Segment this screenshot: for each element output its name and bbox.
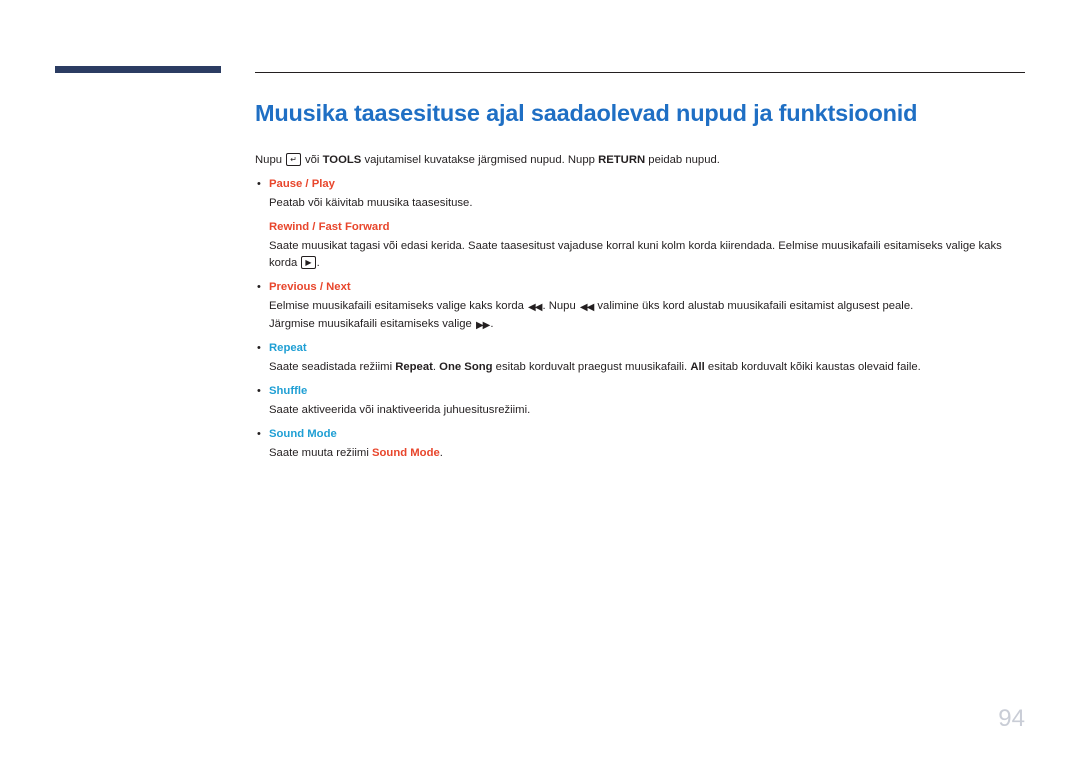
description-text-5: .	[490, 318, 494, 330]
bullet-icon: •	[257, 342, 261, 354]
list-item-description: Saate aktiveerida või inaktiveerida juhu…	[269, 404, 531, 416]
list-item-description: Saate muusikat tagasi või edasi kerida. …	[255, 238, 1030, 272]
list-item: • Sound Mode	[255, 426, 1030, 443]
description-text-2: .	[439, 447, 443, 459]
list-item-description: Saate muuta režiimi Sound Mode.	[255, 445, 1030, 462]
bullet-icon: •	[257, 281, 261, 293]
list-item-heading: Rewind / Fast Forward	[269, 221, 390, 233]
option-sound-mode: Sound Mode	[371, 447, 440, 459]
list-item: • Shuffle	[255, 383, 1030, 400]
intro-text-3: vajutamisel kuvatakse järgmised nupud. N…	[364, 154, 595, 166]
header-accent-bar	[55, 66, 221, 73]
header-divider-line	[255, 72, 1025, 73]
option-one-song: One Song	[439, 361, 493, 373]
description-text-1: Saate seadistada režiimi	[269, 361, 393, 373]
list-item-heading: Sound Mode	[269, 428, 337, 440]
description-text: Saate muusikat tagasi või edasi kerida. …	[269, 240, 1002, 269]
bullet-icon: •	[257, 178, 261, 190]
enter-key-icon: ↵	[286, 153, 301, 166]
list-item: • Pause / Play	[255, 176, 1030, 193]
fast-forward-icon: ▶	[301, 256, 316, 269]
next-track-icon: ▶▶	[475, 320, 490, 331]
page-title: Muusika taasesituse ajal saadaolevad nup…	[255, 100, 918, 126]
list-item: • Previous / Next	[255, 279, 1030, 296]
return-key-label: RETURN	[598, 154, 646, 166]
bullet-icon: •	[257, 385, 261, 397]
description-text-4: Järgmise muusikafaili esitamiseks valige	[269, 318, 472, 330]
tools-key-label: TOOLS	[322, 154, 362, 166]
description-text-1: Eelmise muusikafaili esitamiseks valige …	[269, 300, 524, 312]
intro-paragraph: Nupu ↵ või TOOLS vajutamisel kuvatakse j…	[255, 152, 1030, 168]
bullet-icon: •	[257, 428, 261, 440]
list-item-heading: Pause / Play	[269, 178, 335, 190]
description-text-2: . Nupu	[542, 300, 576, 312]
list-item-heading: Repeat	[269, 342, 307, 354]
list-item: Rewind / Fast Forward	[255, 219, 1030, 236]
description-text-1: Saate muuta režiimi	[269, 447, 369, 459]
intro-text-4: peidab nupud.	[648, 154, 720, 166]
document-page: Muusika taasesituse ajal saadaolevad nup…	[0, 0, 1080, 763]
intro-text-1: Nupu	[255, 154, 283, 166]
option-all: All	[690, 361, 705, 373]
previous-track-icon-2: ◀◀	[579, 302, 594, 313]
intro-text-2: või	[305, 154, 320, 166]
list-item-heading: Shuffle	[269, 385, 308, 397]
description-text-3: esitab korduvalt praegust muusikafaili.	[495, 361, 688, 373]
description-text-3: valimine üks kord alustab muusikafaili e…	[597, 300, 914, 312]
description-text-end: .	[316, 257, 320, 269]
list-item-description-2: Järgmise muusikafaili esitamiseks valige…	[255, 316, 1030, 333]
list-item-description: Eelmise muusikafaili esitamiseks valige …	[255, 298, 1030, 315]
page-number: 94	[998, 705, 1025, 732]
list-item-description: Saate seadistada režiimi Repeat. One Son…	[255, 359, 1030, 376]
list-item-description: Peatab või käivitab muusika taasesituse.	[269, 197, 473, 209]
list-item-heading: Previous / Next	[269, 281, 351, 293]
previous-track-icon: ◀◀	[528, 302, 542, 313]
option-repeat: Repeat	[395, 361, 433, 373]
list-item: • Repeat	[255, 340, 1030, 357]
description-text-2: .	[432, 361, 437, 373]
page-content: Nupu ↵ või TOOLS vajutamisel kuvatakse j…	[255, 152, 1030, 462]
description-text-4: esitab korduvalt kõiki kaustas olevaid f…	[707, 361, 921, 373]
